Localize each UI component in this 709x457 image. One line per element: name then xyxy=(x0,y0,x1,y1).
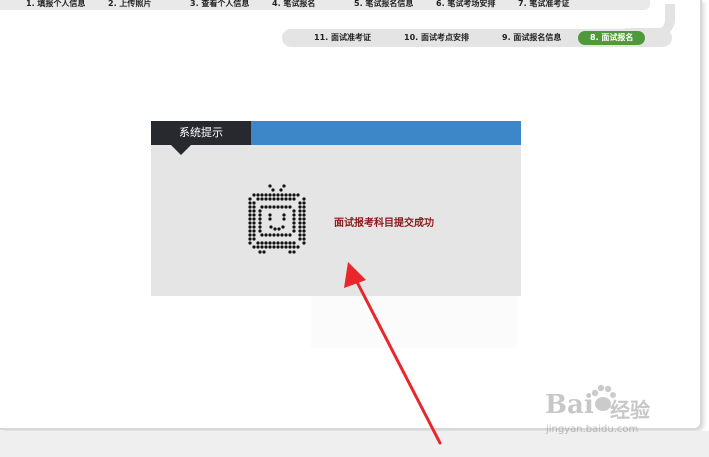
tab-interview-registration-info[interactable]: 9. 面试报名信息 xyxy=(492,31,578,45)
system-notice-panel: 系统提示 面试报考科目提交成功 xyxy=(151,121,521,296)
notice-title: 系统提示 xyxy=(151,121,251,155)
step-bar-second: 11. 面试准考证 10. 面试考点安排 9. 面试报名信息 8. 面试报名 xyxy=(282,29,672,47)
tab-interview-venue[interactable]: 10. 面试考点安排 xyxy=(394,31,492,45)
tab-interview-admission-ticket[interactable]: 11. 面试准考证 xyxy=(304,31,394,45)
step-3[interactable]: 3. 查看个人信息 xyxy=(190,0,272,10)
step-5[interactable]: 5. 笔试报名信息 xyxy=(354,0,436,10)
step-bar-top: 1. 填报个人信息 2. 上传照片 3. 查看个人信息 4. 笔试报名 5. 笔… xyxy=(0,0,650,10)
step-1[interactable]: 1. 填报个人信息 xyxy=(26,0,108,10)
watermark-brand: Bai xyxy=(545,390,594,420)
notice-pointer xyxy=(171,145,191,155)
watermark-suffix: 经验 xyxy=(610,398,650,422)
tv-robot-icon xyxy=(248,184,306,254)
step-6[interactable]: 6. 笔试考场安排 xyxy=(436,0,518,10)
notice-title-text: 系统提示 xyxy=(179,126,223,139)
success-message: 面试报考科目提交成功 xyxy=(334,218,434,229)
tab-interview-registration[interactable]: 8. 面试报名 xyxy=(578,31,646,45)
watermark-url: jingyan.baidu.com xyxy=(546,424,639,435)
annotation-arrow xyxy=(344,262,442,445)
step-7[interactable]: 7. 笔试准考证 xyxy=(518,0,600,10)
step-2[interactable]: 2. 上传照片 xyxy=(108,0,190,10)
step-4[interactable]: 4. 笔试报名 xyxy=(272,0,354,10)
